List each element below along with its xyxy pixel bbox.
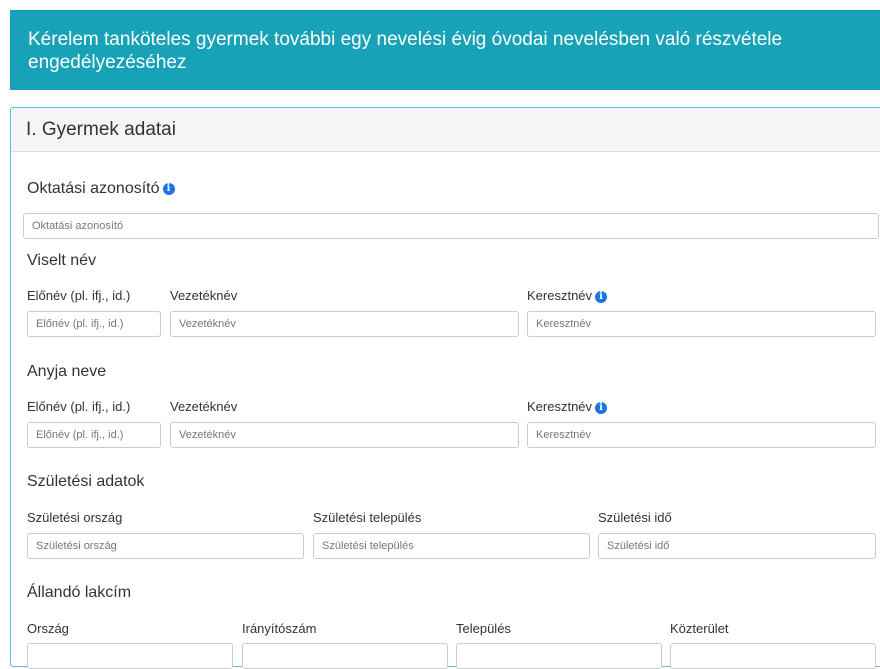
info-icon[interactable]: i <box>595 290 608 303</box>
viselt-keresztnev-label: Keresztnév i <box>527 288 608 303</box>
lakcim-telepules-label: Település <box>456 621 511 636</box>
lakcim-iranyitoszam-label: Irányítószám <box>242 621 317 636</box>
info-icon[interactable]: i <box>162 182 175 195</box>
anyja-keresztnev-label: Keresztnév i <box>527 399 608 414</box>
viselt-nev-title: Viselt név <box>27 252 97 269</box>
viselt-keresztnev-input[interactable] <box>527 311 876 337</box>
anyja-elonev-input[interactable] <box>27 422 161 448</box>
lakcim-kozterulet-label: Közterület <box>670 621 729 636</box>
viselt-vezeteknev-input[interactable] <box>170 311 519 337</box>
info-icon[interactable]: i <box>595 401 608 414</box>
lakcim-iranyitoszam-input[interactable] <box>242 643 448 669</box>
szuletesi-orszag-label: Születési ország <box>27 510 123 525</box>
szuletesi-ido-input[interactable] <box>598 533 876 559</box>
lakcim-orszag-input[interactable] <box>27 643 233 669</box>
form-title: Kérelem tanköteles gyermek további egy n… <box>28 29 783 73</box>
szuletesi-telepules-input[interactable] <box>313 533 590 559</box>
viselt-vezeteknev-label: Vezetéknév <box>170 288 238 303</box>
szuletesi-ido-label: Születési idő <box>598 510 672 525</box>
viselt-keresztnev-label-text: Keresztnév <box>527 288 593 303</box>
szuletesi-telepules-label: Születési település <box>313 510 422 525</box>
szuletesi-adatok-title: Születési adatok <box>27 473 145 490</box>
lakcim-orszag-label: Ország <box>27 621 69 636</box>
anyja-vezeteknev-input[interactable] <box>170 422 519 448</box>
section-title: I. Gyermek adatai <box>26 119 176 140</box>
anyja-keresztnev-label-text: Keresztnév <box>527 399 593 414</box>
anyja-neve-title: Anyja neve <box>27 363 107 380</box>
anyja-elonev-label: Előnév (pl. ifj., id.) <box>27 399 131 414</box>
form-header: Kérelem tanköteles gyermek további egy n… <box>10 10 880 90</box>
panel-heading: I. Gyermek adatai <box>11 108 880 152</box>
lakcim-telepules-input[interactable] <box>456 643 662 669</box>
viselt-elonev-label: Előnév (pl. ifj., id.) <box>27 288 131 303</box>
oktatasi-azonosito-input[interactable] <box>23 213 879 239</box>
allando-lakcim-title: Állandó lakcím <box>27 584 132 601</box>
anyja-keresztnev-input[interactable] <box>527 422 876 448</box>
szuletesi-orszag-input[interactable] <box>27 533 304 559</box>
lakcim-kozterulet-input[interactable] <box>670 643 876 669</box>
anyja-vezeteknev-label: Vezetéknév <box>170 399 238 414</box>
viselt-elonev-input[interactable] <box>27 311 161 337</box>
oktatasi-azonosito-label: Oktatási azonosító i <box>27 180 175 198</box>
oktatasi-azonosito-label-text: Oktatási azonosító <box>27 180 160 197</box>
